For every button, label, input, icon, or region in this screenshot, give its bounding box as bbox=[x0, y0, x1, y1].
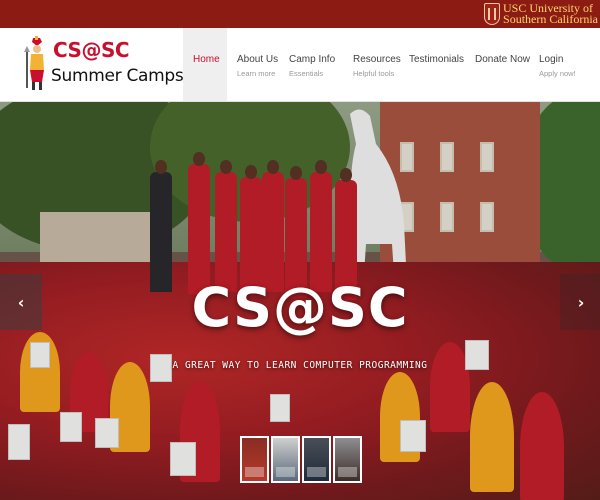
main-nav: Home About Us Learn more Camp Info Essen… bbox=[183, 28, 579, 101]
usc-seal-logo bbox=[484, 3, 501, 25]
usc-top-bar: USC University of Southern California bbox=[0, 0, 600, 28]
logo-subtitle: Summer Camps bbox=[51, 66, 184, 86]
logo-cs-text: CS@SC bbox=[53, 38, 130, 62]
nav-testimonials[interactable]: Testimonials bbox=[399, 28, 465, 101]
nav-resources[interactable]: Resources Helpful tools bbox=[343, 28, 401, 101]
trojan-mascot-icon bbox=[24, 36, 44, 90]
nav-resources-sub: Helpful tools bbox=[353, 69, 395, 78]
usc-wordmark: USC University of Southern California bbox=[503, 2, 598, 26]
hero-tagline: A GREAT WAY TO LEARN COMPUTER PROGRAMMIN… bbox=[172, 360, 428, 371]
site-header: CS@SC Summer Camps Home About Us Learn m… bbox=[0, 28, 600, 102]
chevron-left-icon: ‹ bbox=[17, 292, 25, 312]
hero-slideshow: CS@SC A GREAT WAY TO LEARN COMPUTER PROG… bbox=[0, 102, 600, 500]
slideshow-thumbnails bbox=[240, 436, 362, 483]
nav-home-label: Home bbox=[193, 54, 220, 65]
nav-camp-info[interactable]: Camp Info Essentials bbox=[279, 28, 343, 101]
nav-resources-label: Resources bbox=[353, 54, 401, 65]
usc-wordmark-line2: Southern California bbox=[503, 12, 598, 26]
nav-about-us[interactable]: About Us Learn more bbox=[227, 28, 279, 101]
chevron-right-icon: › bbox=[577, 292, 585, 312]
slideshow-thumbnail[interactable] bbox=[240, 436, 269, 483]
nav-login-sub: Apply now! bbox=[539, 69, 576, 78]
nav-login[interactable]: Login Apply now! bbox=[529, 28, 579, 101]
usc-brand-link[interactable]: USC University of Southern California bbox=[484, 0, 600, 28]
nav-login-label: Login bbox=[539, 54, 564, 65]
nav-camp-info-label: Camp Info bbox=[289, 54, 336, 65]
nav-donate-now[interactable]: Donate Now bbox=[465, 28, 531, 101]
nav-home[interactable]: Home bbox=[183, 28, 227, 101]
slideshow-thumbnail[interactable] bbox=[271, 436, 300, 483]
slideshow-thumbnail[interactable] bbox=[333, 436, 362, 483]
slideshow-thumbnail[interactable] bbox=[302, 436, 331, 483]
nav-about-us-label: About Us bbox=[237, 54, 279, 65]
slideshow-prev-button[interactable]: ‹ bbox=[0, 274, 42, 330]
nav-testimonials-label: Testimonials bbox=[409, 54, 465, 65]
hero-title: CS@SC bbox=[191, 276, 409, 339]
nav-donate-now-label: Donate Now bbox=[475, 54, 531, 65]
site-logo[interactable]: CS@SC Summer Camps bbox=[20, 32, 184, 98]
slideshow-next-button[interactable]: › bbox=[560, 274, 600, 330]
nav-about-us-sub: Learn more bbox=[237, 69, 276, 78]
nav-camp-info-sub: Essentials bbox=[289, 69, 324, 78]
